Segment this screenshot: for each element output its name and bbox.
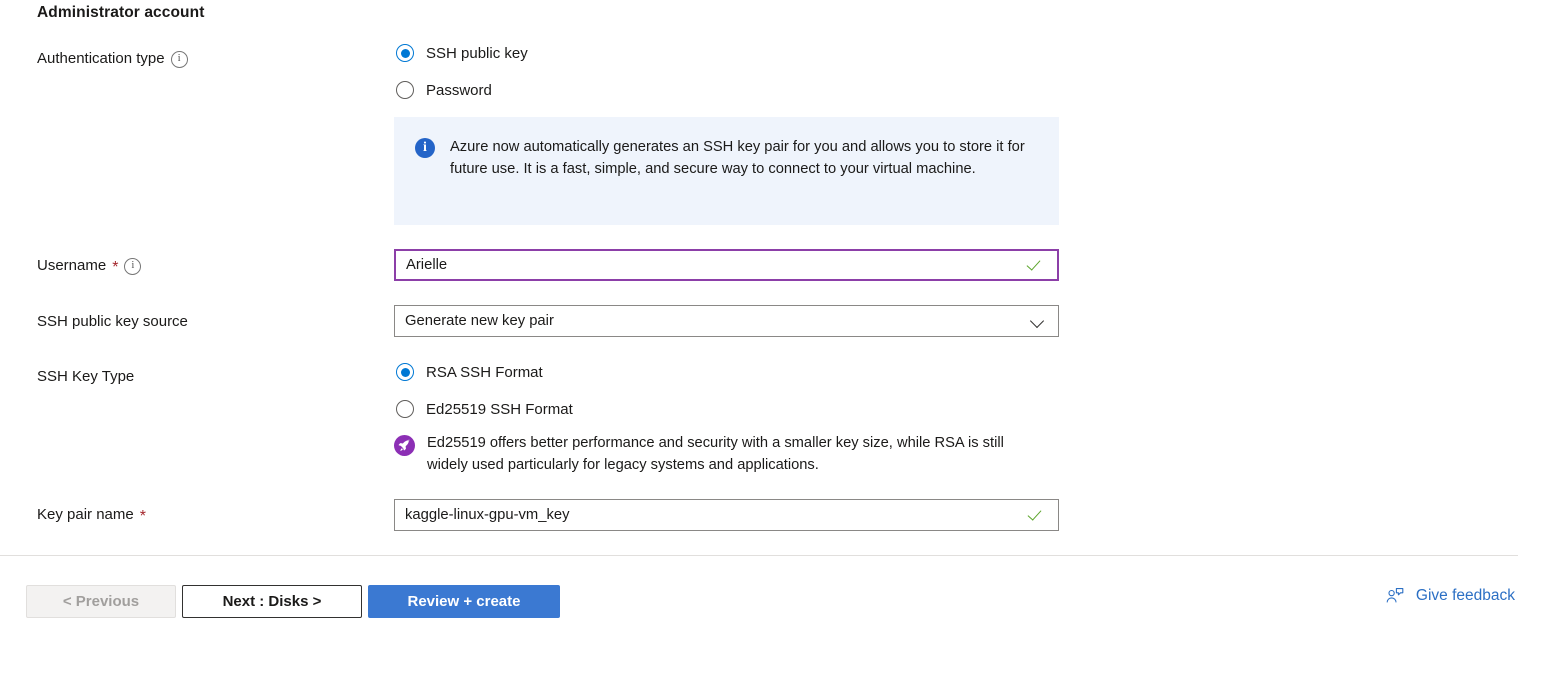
ssh-key-info-banner: Azure now automatically generates an SSH…: [394, 117, 1059, 225]
chevron-down-icon[interactable]: [1029, 312, 1047, 330]
page-title: Administrator account: [37, 4, 205, 21]
ssh-key-type-label: SSH Key Type: [37, 368, 134, 385]
authentication-type-label-text: Authentication type: [37, 50, 165, 67]
key-pair-name-input[interactable]: kaggle-linux-gpu-vm_key: [394, 499, 1059, 531]
info-banner-text: Azure now automatically generates an SSH…: [450, 139, 1025, 177]
ssh-key-type-label-text: SSH Key Type: [37, 368, 135, 385]
radio-label: Password: [426, 81, 492, 99]
required-marker: *: [112, 258, 119, 276]
ssh-public-key-source-value: Generate new key pair: [405, 313, 554, 329]
username-input[interactable]: Arielle: [394, 249, 1059, 281]
give-feedback-label: Give feedback: [1415, 587, 1515, 604]
radio-label: Ed25519 SSH Format: [426, 400, 573, 418]
radio-auth-password[interactable]: Password: [396, 81, 492, 99]
username-value: Arielle: [406, 257, 448, 273]
previous-button[interactable]: < Previous: [26, 585, 176, 618]
ssh-public-key-source-label: SSH public key source: [37, 313, 188, 330]
radio-indicator[interactable]: [396, 81, 414, 99]
info-circle-icon[interactable]: [170, 51, 188, 68]
person-feedback-icon: [1385, 586, 1405, 606]
radio-label: RSA SSH Format: [426, 363, 543, 381]
radio-indicator[interactable]: [396, 363, 414, 381]
username-label: Username *: [37, 257, 142, 276]
radio-indicator[interactable]: [396, 400, 414, 418]
key-pair-name-label: Key pair name *: [37, 506, 146, 525]
checkmark-icon: [1027, 256, 1045, 274]
info-filled-icon: [415, 138, 435, 158]
next-disks-button[interactable]: Next : Disks >: [182, 585, 362, 618]
radio-ssh-key-type-rsa[interactable]: RSA SSH Format: [396, 363, 543, 381]
ssh-key-type-hint-text: Ed25519 offers better performance and se…: [427, 435, 1004, 473]
give-feedback-link[interactable]: Give feedback: [1385, 586, 1515, 606]
review-create-button[interactable]: Review + create: [368, 585, 560, 618]
rocket-icon: [394, 435, 415, 456]
radio-ssh-key-type-ed25519[interactable]: Ed25519 SSH Format: [396, 400, 573, 418]
authentication-type-label: Authentication type: [37, 50, 188, 68]
required-marker: *: [139, 507, 146, 525]
key-pair-name-label-text: Key pair name: [37, 506, 134, 523]
ssh-key-type-hint: Ed25519 offers better performance and se…: [394, 432, 1034, 476]
footer-divider: [0, 555, 1518, 556]
key-pair-name-value: kaggle-linux-gpu-vm_key: [405, 507, 570, 523]
ssh-public-key-source-label-text: SSH public key source: [37, 313, 188, 330]
info-circle-icon[interactable]: [124, 258, 142, 275]
radio-label: SSH public key: [426, 44, 528, 62]
checkmark-icon: [1028, 506, 1046, 524]
administrator-account-form: Administrator account Authentication typ…: [0, 0, 1544, 690]
radio-auth-ssh-public-key[interactable]: SSH public key: [396, 44, 528, 62]
username-label-text: Username: [37, 257, 107, 274]
ssh-public-key-source-dropdown[interactable]: Generate new key pair: [394, 305, 1059, 337]
radio-indicator[interactable]: [396, 44, 414, 62]
